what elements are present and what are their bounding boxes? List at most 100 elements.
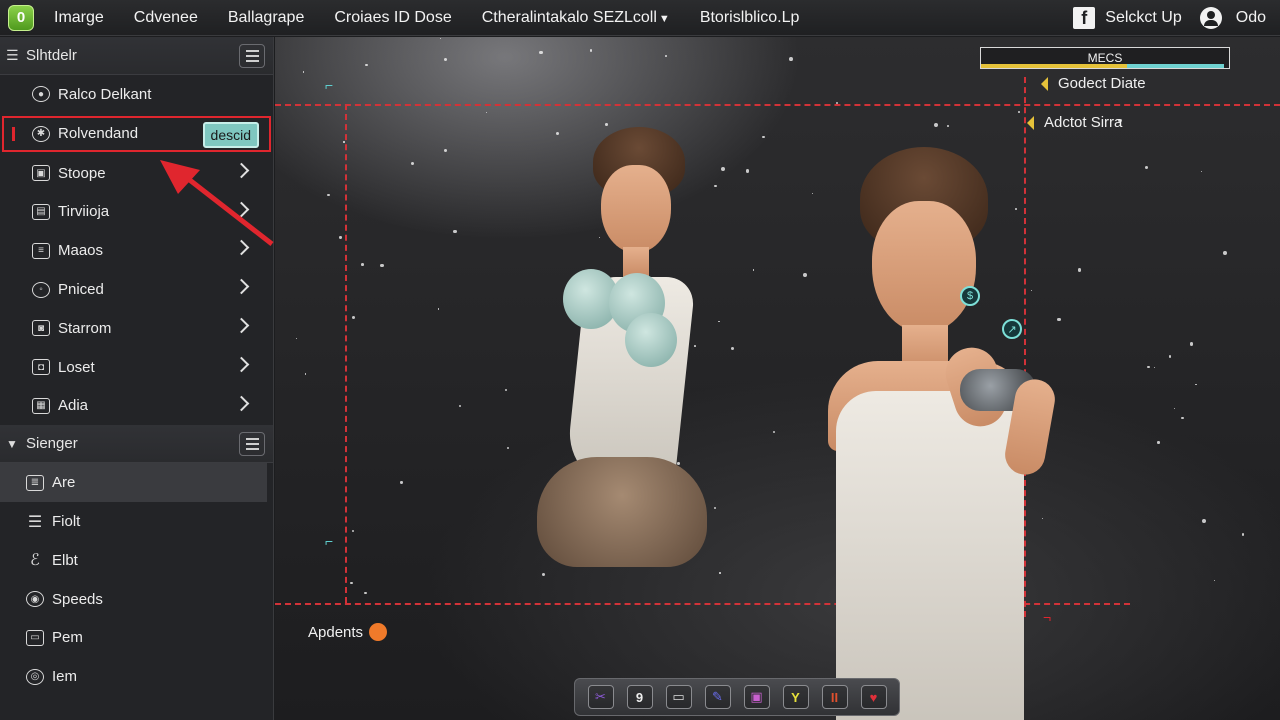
folder-icon: ◘	[32, 359, 50, 376]
sidebar-item-fiolt[interactable]: ☰ Fiolt	[0, 502, 273, 541]
dust-particle	[720, 167, 725, 172]
bottom-toolbar: ✂ 9 ▭ ✎ ▣ Y II ♥	[574, 678, 900, 716]
sidebar-item-label: Elbt	[52, 551, 78, 569]
document-icon: ≡	[32, 242, 50, 259]
dust-particle	[1201, 518, 1206, 523]
figure-standing	[800, 147, 1090, 720]
dust-particle	[539, 50, 544, 55]
app-logo-icon[interactable]: 0	[8, 4, 34, 31]
sidebar-item-adia[interactable]: ▦ Adia	[0, 387, 273, 426]
menu-item-5[interactable]: Btorislblico.Lp	[700, 9, 800, 27]
status-badge[interactable]: descid	[202, 121, 259, 148]
sidebar: ☰ Slhtdelr ● Ralco Delkant ✱ Rolvendand …	[0, 37, 274, 720]
dust-particle	[485, 112, 487, 114]
note-item[interactable]: Adctot Sirra	[1027, 114, 1122, 131]
appends-label-group[interactable]: Apdents	[308, 623, 388, 641]
note-item[interactable]: Godect Diate	[1041, 75, 1146, 92]
dust-particle	[339, 236, 342, 239]
sidebar-item-label: Ralco Delkant	[58, 85, 152, 103]
dust-particle	[438, 308, 440, 310]
dust-particle	[379, 263, 384, 268]
user-name[interactable]: Odo	[1236, 9, 1266, 27]
dust-particle	[443, 149, 447, 153]
menu-item-2[interactable]: Ballagrape	[228, 9, 305, 27]
panel-toggle-button[interactable]	[239, 432, 265, 457]
sidebar-item-label: Fiolt	[52, 513, 81, 531]
caret-down-icon: ▼	[6, 436, 18, 451]
nine-icon[interactable]: 9	[626, 685, 653, 709]
image-canvas[interactable]: ⌐ ⌐ ¬ $ ↗ MECS Godect Diate Adctot Sirra…	[275, 37, 1280, 720]
section-title: Slhtdelr	[26, 47, 77, 64]
dust-particle	[718, 320, 720, 323]
stats-progress-bar: MECS	[980, 47, 1230, 69]
palette-icon[interactable]: ▣	[743, 685, 770, 709]
dust-particle	[1169, 355, 1172, 358]
window-icon[interactable]: ▭	[665, 685, 692, 709]
yellow-y-icon[interactable]: Y	[782, 685, 809, 709]
dust-particle	[731, 346, 735, 351]
menu-item-1[interactable]: Cdvenee	[134, 9, 198, 27]
sidebar-item-label: Adia	[58, 397, 89, 415]
dust-particle	[589, 49, 593, 52]
sidebar-section-header[interactable]: ☰ Slhtdelr	[0, 37, 273, 75]
hamburger-icon: ☰	[6, 47, 19, 63]
flag-icon	[1027, 115, 1034, 130]
sidebar-item-starrom[interactable]: ◙ Starrom	[0, 309, 273, 348]
sidebar-item-pniced[interactable]: ◦ Pniced	[0, 270, 273, 309]
sidebar-item-label: Rolvendand	[58, 125, 139, 143]
heart-icon[interactable]: ♥	[860, 685, 887, 709]
sidebar-item-rolvendand[interactable]: ✱ Rolvendand descid	[2, 115, 271, 152]
marker-dollar-icon[interactable]: $	[960, 286, 980, 306]
menu-item-4-label: Ctheralintakalo SEZLcoll	[481, 8, 657, 26]
orange-ii-icon[interactable]: II	[821, 685, 848, 709]
note-label: Adctot Sirra	[1044, 114, 1123, 131]
dust-particle	[302, 70, 305, 73]
sidebar-item-ralco[interactable]: ● Ralco Delkant	[0, 75, 273, 114]
speed-icon: ◉	[26, 591, 44, 608]
menu-item-4-dropdown[interactable]: Ctheralintakalo SEZLcoll ▼	[482, 9, 670, 27]
user-avatar-icon[interactable]	[1199, 7, 1222, 29]
sidebar-item-iem[interactable]: ◎ Iem	[0, 657, 273, 696]
sidebar-item-elbt[interactable]: ℰ Elbt	[0, 541, 273, 580]
signup-link[interactable]: Selckct Up	[1105, 9, 1181, 27]
chevron-right-icon	[233, 317, 250, 334]
corner-handle-icon[interactable]: ⌐	[325, 77, 333, 93]
sidebar-item-label: Starrom	[58, 319, 112, 337]
marker-arrow-icon[interactable]: ↗	[1002, 319, 1022, 339]
sidebar-item-loset[interactable]: ◘ Loset	[0, 348, 273, 387]
dust-particle	[789, 56, 794, 61]
stats-label: MECS	[1087, 51, 1123, 65]
dust-particle	[946, 125, 949, 128]
chevron-right-icon	[233, 395, 250, 411]
panel-toggle-button[interactable]	[239, 44, 265, 68]
dust-particle	[1242, 533, 1245, 536]
annotation-arrow-icon	[160, 160, 274, 246]
dust-particle	[753, 269, 755, 271]
dust-particle	[541, 572, 545, 576]
lines-icon: ☰	[27, 513, 43, 531]
paint-icon[interactable]: ✎	[704, 685, 731, 709]
dust-particle	[762, 135, 765, 139]
image-icon: ▤	[32, 203, 50, 220]
dust-particle	[1201, 170, 1203, 172]
top-right-controls: f Selckct Up Odo	[1073, 0, 1266, 36]
dust-particle	[351, 316, 355, 320]
dust-particle	[361, 262, 365, 266]
sidebar-item-are[interactable]: ≣ Are	[0, 463, 267, 503]
corner-handle-icon[interactable]: ⌐	[325, 533, 333, 549]
dust-particle	[458, 405, 462, 408]
sidebar-item-speeds[interactable]: ◉ Speeds	[0, 580, 273, 619]
shuffle-icon[interactable]: ✂	[587, 685, 614, 709]
dust-particle	[719, 572, 721, 574]
dust-particle	[605, 123, 609, 126]
section-title: Sienger	[26, 435, 78, 453]
sidebar-item-pem[interactable]: ▭ Pem	[0, 619, 273, 658]
menu-item-0[interactable]: Imarge	[54, 9, 104, 27]
facebook-icon[interactable]: f	[1073, 7, 1096, 29]
sidebar-item-label: Pem	[52, 629, 83, 647]
dust-particle	[1189, 342, 1194, 346]
dust-particle	[1147, 365, 1150, 369]
menu-item-3[interactable]: Croiaes ID Dose	[334, 9, 451, 27]
sidebar-section-header[interactable]: ▼ Sienger	[0, 425, 273, 464]
dust-particle	[400, 481, 403, 484]
